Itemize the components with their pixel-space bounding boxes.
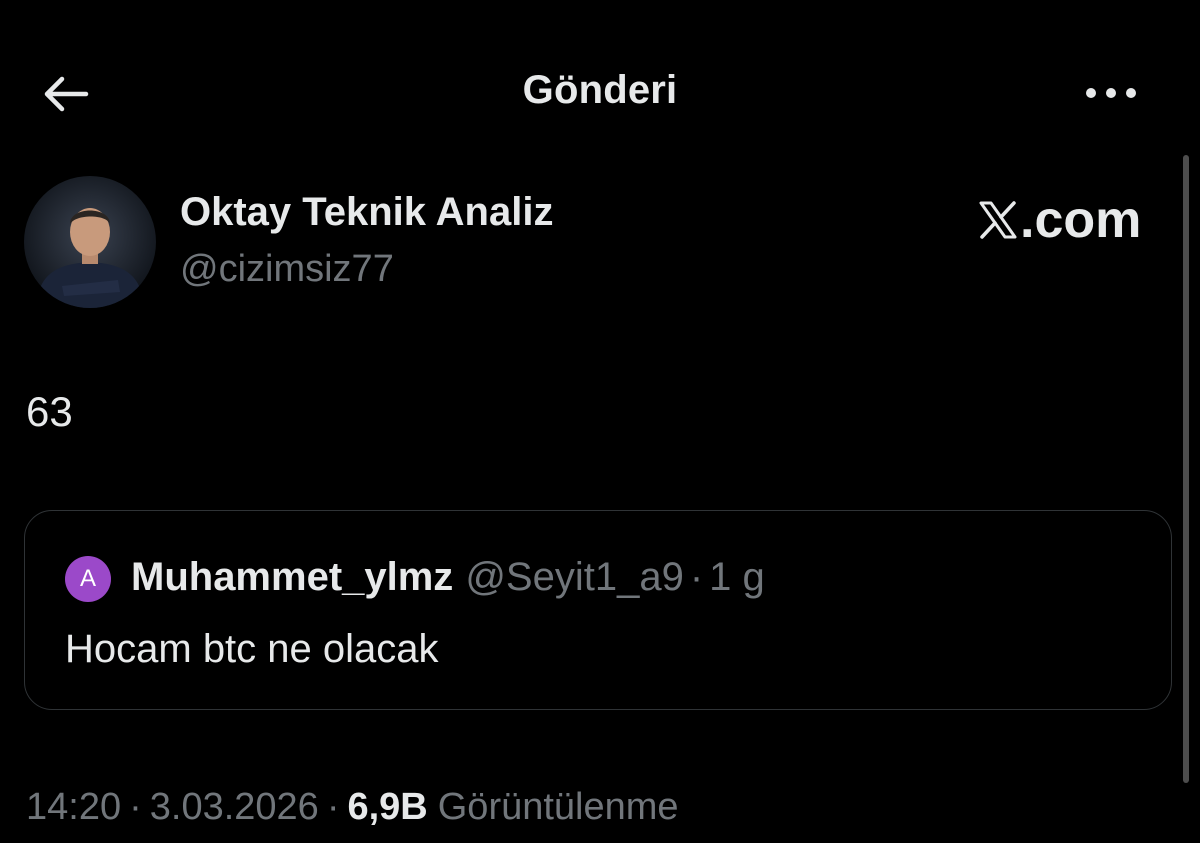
separator-dot: · xyxy=(129,786,142,828)
quoted-tweet-time[interactable]: 1 g xyxy=(709,555,765,600)
x-logo-icon xyxy=(979,201,1017,239)
quoted-author-avatar[interactable]: A xyxy=(65,556,111,602)
brand-text: .com xyxy=(1020,191,1142,249)
tweet-date[interactable]: 3.03.2026 xyxy=(150,786,319,829)
separator-dot: · xyxy=(326,786,340,828)
quoted-tweet-card[interactable]: A Muhammet_ylmz @Seyit1_a9 · 1 g Hocam b… xyxy=(24,510,1172,710)
tweet-time[interactable]: 14:20 xyxy=(26,786,121,829)
scrollbar[interactable] xyxy=(1183,155,1189,783)
brand-watermark: .com xyxy=(978,190,1141,250)
more-options-button[interactable] xyxy=(1078,70,1144,116)
top-bar: Gönderi xyxy=(0,0,1200,190)
page-title: Gönderi xyxy=(522,68,678,112)
author-name[interactable]: Oktay Teknik Analiz xyxy=(180,190,553,235)
more-horizontal-icon xyxy=(1086,88,1136,98)
profile-photo xyxy=(24,176,156,308)
views-count: 6,9B xyxy=(347,786,428,828)
author-handle[interactable]: @cizimsiz77 xyxy=(180,248,394,291)
separator-dot: · xyxy=(689,555,704,599)
quoted-author-name[interactable]: Muhammet_ylmz xyxy=(131,555,453,600)
quoted-tweet-text: Hocam btc ne olacak xyxy=(65,627,439,671)
quoted-author-handle[interactable]: @Seyit1_a9 xyxy=(465,555,684,600)
tweet-metadata: 14:20 · 3.03.2026 · 6,9B Görüntülenme xyxy=(26,786,679,829)
views-label: Görüntülenme xyxy=(437,786,679,828)
author-avatar[interactable] xyxy=(24,176,156,308)
quoted-tweet-header: Muhammet_ylmz @Seyit1_a9 · 1 g xyxy=(131,555,765,600)
tweet-text: 63 xyxy=(26,388,73,435)
